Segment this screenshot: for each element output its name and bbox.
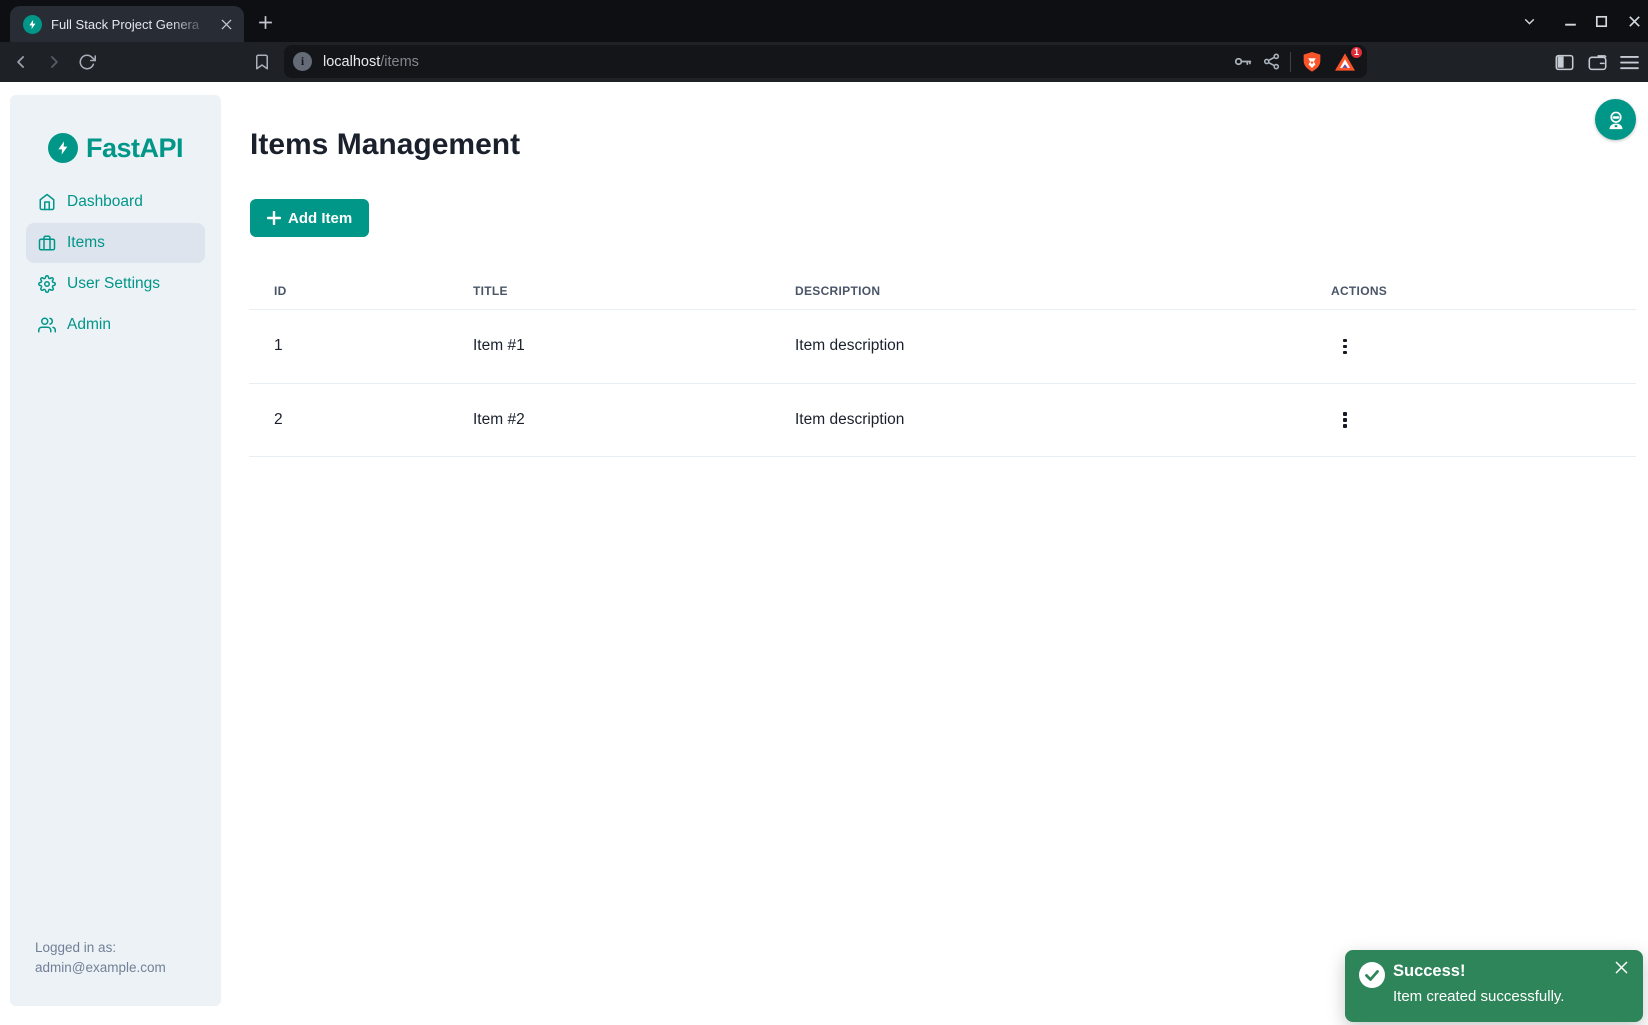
password-key-icon[interactable] [1232, 51, 1253, 72]
logo-text: FastAPI [86, 133, 183, 164]
browser-window: Full Stack Project Genera [0, 0, 1648, 1025]
toast-message: Item created successfully. [1393, 984, 1564, 1009]
user-astronaut-icon [1605, 109, 1627, 131]
cell-title: Item #1 [473, 337, 795, 355]
plus-icon [267, 211, 281, 225]
maximize-button[interactable] [1594, 0, 1609, 42]
url-path: /items [380, 54, 419, 70]
app-page: FastAPI Dashboard Items [0, 82, 1648, 1025]
cell-description: Item description [795, 337, 1319, 355]
briefcase-icon [38, 234, 56, 252]
back-button[interactable] [5, 46, 37, 78]
cell-id: 2 [249, 411, 473, 429]
tab-search-icon[interactable] [1521, 0, 1538, 42]
home-icon [38, 193, 56, 211]
gear-icon [38, 275, 56, 293]
sidebar-item-label: Dashboard [67, 193, 143, 211]
brave-shield-icon[interactable] [1300, 50, 1324, 74]
row-actions-menu-button[interactable] [1331, 332, 1359, 360]
tab-strip: Full Stack Project Genera [0, 0, 1648, 42]
fastapi-logo: FastAPI [10, 133, 221, 163]
column-header-description: DESCRIPTION [795, 284, 1319, 298]
column-header-title: TITLE [473, 284, 795, 298]
reload-button[interactable] [71, 46, 103, 78]
tab-title: Full Stack Project Genera [51, 17, 216, 32]
table-row: 2 Item #2 Item description [249, 384, 1636, 458]
forward-button[interactable] [38, 46, 70, 78]
sidebar-panel-icon[interactable] [1548, 46, 1580, 78]
fastapi-favicon-icon [23, 15, 42, 34]
rewards-badge: 1 [1349, 45, 1364, 60]
share-icon[interactable] [1262, 52, 1281, 71]
success-toast: Success! Item created successfully. [1345, 950, 1643, 1022]
sidebar-nav: Dashboard Items User Settings [10, 182, 221, 345]
toolbar-divider [1290, 52, 1291, 72]
cell-title: Item #2 [473, 411, 795, 429]
items-table: ID TITLE DESCRIPTION ACTIONS 1 Item #1 I… [249, 272, 1636, 457]
fastapi-bolt-icon [48, 133, 78, 163]
site-info-icon[interactable]: i [293, 52, 312, 71]
logged-in-footer: Logged in as: admin@example.com [35, 938, 166, 978]
column-header-actions: ACTIONS [1319, 284, 1636, 298]
table-row: 1 Item #1 Item description [249, 310, 1636, 384]
sidebar-item-label: Items [67, 234, 105, 252]
tab-close-icon[interactable] [216, 14, 236, 34]
add-item-button[interactable]: Add Item [250, 199, 369, 237]
sidebar-item-dashboard[interactable]: Dashboard [26, 182, 205, 222]
toast-close-icon[interactable] [1611, 957, 1631, 977]
cell-id: 1 [249, 337, 473, 355]
toast-title: Success! [1393, 959, 1465, 983]
logged-in-label: Logged in as: [35, 938, 166, 958]
menu-hamburger-icon[interactable] [1613, 46, 1645, 78]
close-window-button[interactable] [1627, 0, 1642, 42]
page-title: Items Management [250, 128, 520, 162]
row-actions-menu-button[interactable] [1331, 406, 1359, 434]
sidebar-item-user-settings[interactable]: User Settings [26, 264, 205, 304]
column-header-id: ID [249, 284, 473, 298]
wallet-icon[interactable] [1581, 46, 1613, 78]
sidebar-item-label: User Settings [67, 275, 160, 293]
sidebar-item-label: Admin [67, 316, 111, 334]
brave-rewards-icon[interactable]: 1 [1333, 50, 1357, 74]
bookmark-icon[interactable] [246, 46, 278, 78]
url-host: localhost [323, 54, 380, 70]
url-text[interactable]: localhost/items [323, 54, 1232, 70]
url-bar[interactable]: i localhost/items 1 [284, 45, 1367, 78]
add-item-label: Add Item [288, 210, 352, 227]
logged-in-email: admin@example.com [35, 958, 166, 978]
minimize-button[interactable] [1562, 0, 1579, 42]
user-menu-button[interactable] [1595, 99, 1636, 140]
sidebar-item-admin[interactable]: Admin [26, 305, 205, 345]
sidebar: FastAPI Dashboard Items [10, 95, 221, 1006]
table-header-row: ID TITLE DESCRIPTION ACTIONS [249, 272, 1636, 310]
new-tab-button[interactable] [254, 11, 276, 33]
browser-tab[interactable]: Full Stack Project Genera [10, 6, 244, 42]
sidebar-item-items[interactable]: Items [26, 223, 205, 263]
check-circle-icon [1359, 962, 1385, 988]
cell-description: Item description [795, 411, 1319, 429]
users-icon [38, 316, 56, 334]
